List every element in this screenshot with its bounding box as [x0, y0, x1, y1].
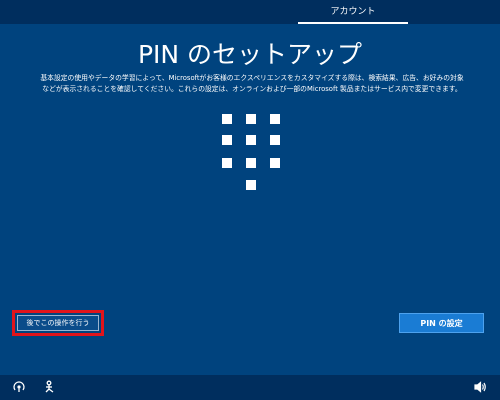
keypad-dot	[246, 158, 256, 168]
set-pin-button[interactable]: PIN の設定	[399, 313, 484, 333]
description-line: 基本設定の使用やデータの学習によって、Microsoftがお客様のエクスペリエン…	[40, 74, 464, 82]
page-title: PIN のセットアップ	[137, 40, 363, 69]
ease-of-access-icon[interactable]	[9, 377, 29, 397]
keypad-dot	[222, 114, 232, 124]
volume-icon[interactable]	[470, 377, 490, 397]
do-later-button[interactable]: 後でこの操作を行う	[12, 310, 104, 336]
do-later-label: 後でこの操作を行う	[17, 315, 99, 331]
step-tab-account: アカウント	[330, 7, 376, 17]
keypad-dot	[270, 114, 280, 124]
pin-keypad-icon	[222, 114, 280, 190]
bottom-bar	[0, 375, 500, 400]
keypad-dot	[270, 135, 280, 145]
keypad-dot	[246, 114, 256, 124]
description-text: 基本設定の使用やデータの学習によって、Microsoftがお客様のエクスペリエン…	[18, 73, 486, 94]
top-bar	[0, 0, 500, 24]
keypad-dot	[246, 180, 256, 190]
keypad-dot	[222, 135, 232, 145]
description-line: などが表示されることを確認してください。これらの設定は、オンラインおよび一部のM…	[42, 84, 462, 93]
keypad-dot	[246, 135, 256, 145]
keypad-dot	[270, 158, 280, 168]
keypad-dot	[222, 158, 232, 168]
accessibility-person-icon[interactable]	[40, 377, 60, 397]
